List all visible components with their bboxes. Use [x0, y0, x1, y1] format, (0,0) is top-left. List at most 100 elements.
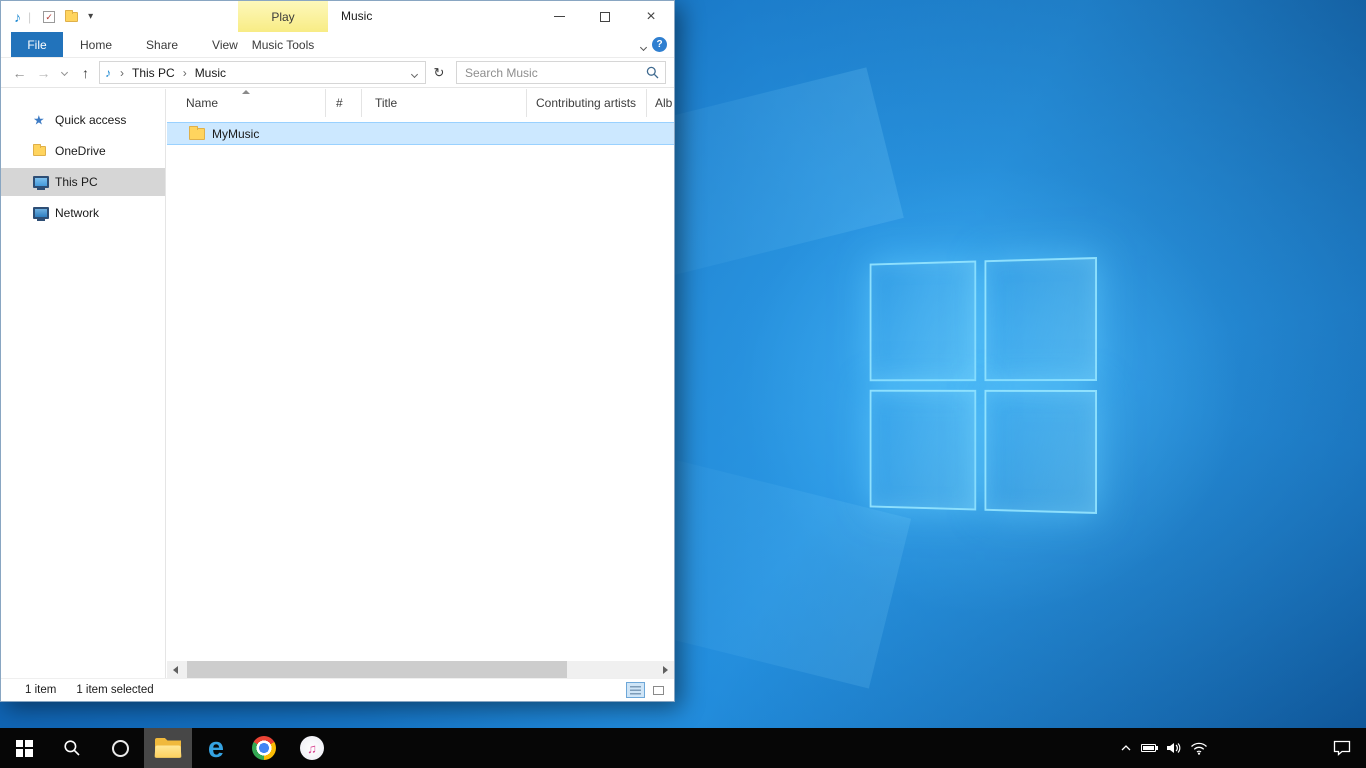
column-headers: Name # Title Contributing artists Alb — [167, 89, 674, 117]
qat-new-folder-button[interactable] — [65, 12, 78, 22]
refresh-button[interactable]: ↻ — [429, 61, 449, 85]
column-label: Title — [375, 96, 397, 110]
window-title: Music — [341, 1, 372, 32]
sidebar-item-onedrive[interactable]: OneDrive — [1, 137, 165, 165]
close-button[interactable]: × — [628, 1, 674, 32]
breadcrumb-separator-icon: › — [183, 66, 187, 80]
search-icon — [63, 739, 81, 757]
taskbar-chrome-button[interactable] — [240, 728, 288, 768]
file-row-mymusic[interactable]: MyMusic — [167, 122, 674, 145]
itunes-icon: ♫ — [300, 736, 324, 760]
large-icons-view-button[interactable] — [649, 682, 668, 698]
onedrive-folder-icon — [33, 146, 46, 156]
file-name: MyMusic — [212, 127, 259, 141]
back-button[interactable]: ← — [9, 61, 30, 85]
edge-icon: e — [208, 734, 224, 763]
search-icon[interactable] — [646, 66, 659, 79]
volume-icon[interactable] — [1165, 740, 1181, 756]
navigation-pane: ★ Quick access OneDrive This PC Network — [1, 89, 166, 678]
view-toggles — [626, 682, 668, 698]
action-center-button[interactable] — [1318, 728, 1366, 768]
search-box — [456, 61, 666, 84]
ribbon-tab-row: File Home Share View Music Tools ? — [1, 32, 674, 58]
maximize-icon — [600, 12, 610, 22]
details-view-icon — [630, 686, 641, 695]
breadcrumb-separator-icon: › — [120, 66, 124, 80]
contextual-tab-play[interactable]: Play — [238, 1, 328, 32]
forward-button[interactable]: → — [33, 61, 54, 85]
chevron-down-icon — [411, 70, 418, 77]
minimize-icon — [554, 16, 565, 17]
column-label: # — [336, 96, 343, 110]
folder-icon — [65, 12, 78, 22]
taskbar-edge-button[interactable]: e — [192, 728, 240, 768]
navigation-bar: ← → ↑ ♪ › This PC › Music ↻ — [1, 58, 674, 88]
scroll-left-button[interactable] — [167, 661, 184, 678]
column-header-title[interactable]: Title — [362, 89, 527, 117]
qat-properties-button[interactable]: ✓ — [43, 11, 55, 23]
minimize-button[interactable] — [536, 1, 582, 32]
windows-logo-pane — [984, 257, 1097, 381]
search-input[interactable] — [457, 62, 665, 83]
breadcrumb-this-pc[interactable]: This PC — [130, 65, 177, 81]
music-note-icon: ♪ — [14, 9, 21, 25]
status-bar: 1 item 1 item selected — [1, 678, 674, 701]
sidebar-item-label: Quick access — [55, 113, 126, 127]
windows-logo-pane — [870, 390, 977, 511]
close-icon: × — [646, 9, 655, 25]
column-header-album[interactable]: Alb — [647, 89, 674, 117]
column-label: Name — [186, 96, 218, 110]
explorer-window: ♪ | ✓ ▾ Play Music × File Home Share Vie… — [0, 0, 675, 702]
chevron-down-icon — [61, 69, 68, 76]
column-header-contributing-artists[interactable]: Contributing artists — [527, 89, 647, 117]
tab-share[interactable]: Share — [129, 32, 195, 57]
up-button[interactable]: ↑ — [75, 61, 96, 85]
show-hidden-icons-button[interactable] — [1120, 744, 1132, 752]
large-icons-view-icon — [653, 686, 664, 695]
checkmark-icon: ✓ — [43, 11, 55, 23]
system-tray — [1120, 728, 1208, 768]
computer-icon — [33, 176, 49, 188]
folder-icon — [189, 128, 205, 140]
chrome-icon — [252, 736, 276, 760]
cortana-button[interactable] — [96, 728, 144, 768]
sidebar-item-this-pc[interactable]: This PC — [1, 168, 165, 196]
address-bar[interactable]: ♪ › This PC › Music — [99, 61, 426, 84]
horizontal-scrollbar[interactable] — [167, 661, 674, 678]
start-button[interactable] — [0, 728, 48, 768]
sidebar-item-quick-access[interactable]: ★ Quick access — [1, 106, 165, 134]
taskbar-file-explorer-button[interactable] — [144, 728, 192, 768]
triangle-right-icon — [663, 666, 668, 674]
windows-logo-pane — [870, 261, 977, 382]
wifi-icon[interactable] — [1190, 741, 1208, 755]
maximize-button[interactable] — [582, 1, 628, 32]
scroll-right-button[interactable] — [657, 661, 674, 678]
scrollbar-thumb[interactable] — [187, 661, 567, 678]
address-dropdown-button[interactable] — [412, 66, 420, 80]
battery-icon[interactable] — [1141, 744, 1156, 752]
taskbar-itunes-button[interactable]: ♫ — [288, 728, 336, 768]
column-header-name[interactable]: Name — [167, 89, 326, 117]
titlebar[interactable]: ♪ | ✓ ▾ Play Music × — [1, 1, 674, 32]
breadcrumb-music[interactable]: Music — [193, 65, 228, 81]
tab-music-tools[interactable]: Music Tools — [238, 32, 328, 57]
ribbon-collapse-button[interactable] — [641, 39, 646, 53]
windows-logo-pane — [984, 390, 1097, 514]
wallpaper-windows-logo — [870, 257, 1097, 514]
recent-locations-button[interactable] — [57, 61, 72, 85]
tab-home[interactable]: Home — [63, 32, 129, 57]
column-header-number[interactable]: # — [326, 89, 362, 117]
cortana-icon — [112, 740, 129, 757]
help-button[interactable]: ? — [652, 37, 667, 52]
taskbar: e ♫ — [0, 728, 1366, 768]
sidebar-item-network[interactable]: Network — [1, 199, 165, 227]
tab-file[interactable]: File — [11, 32, 63, 57]
sidebar-item-label: This PC — [55, 175, 98, 189]
file-explorer-icon — [155, 738, 181, 758]
windows-logo-icon — [16, 740, 33, 757]
taskbar-search-button[interactable] — [48, 728, 96, 768]
details-view-button[interactable] — [626, 682, 645, 698]
chevron-down-icon — [640, 44, 647, 51]
sidebar-item-label: OneDrive — [55, 144, 106, 158]
qat-customize-button[interactable]: ▾ — [88, 11, 93, 22]
